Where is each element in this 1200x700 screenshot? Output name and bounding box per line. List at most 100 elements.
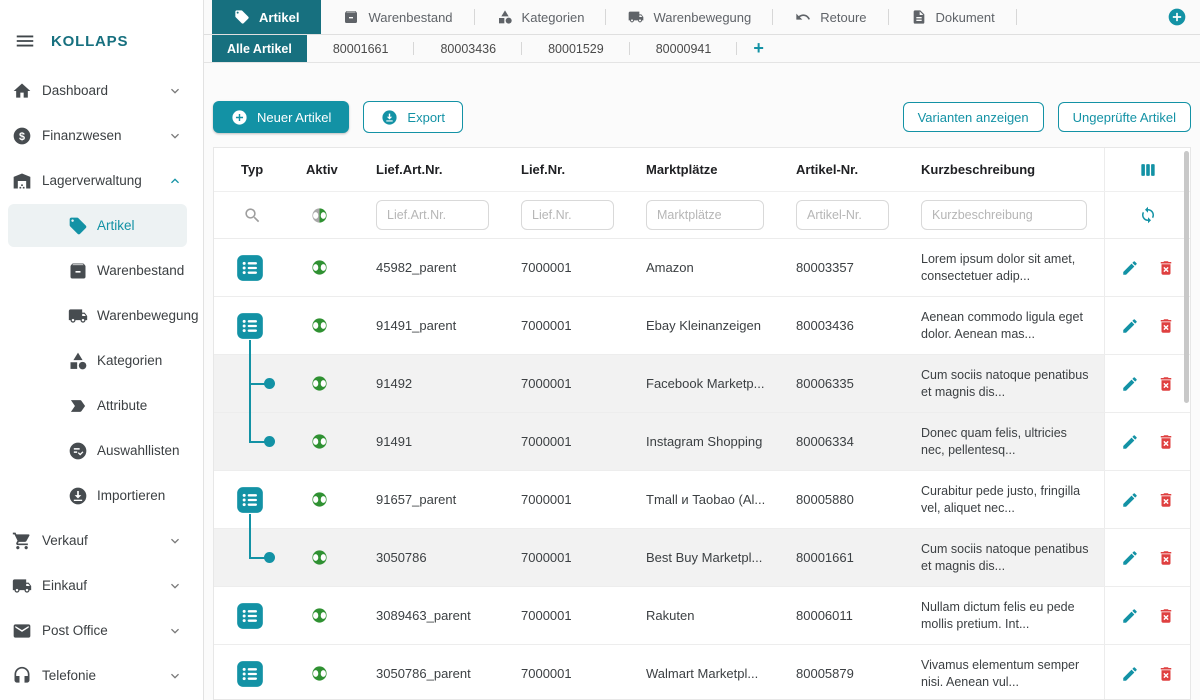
parent-article-list-icon[interactable] <box>236 486 264 514</box>
active-status-icon[interactable] <box>311 317 328 334</box>
delete-icon[interactable] <box>1157 665 1175 683</box>
edit-icon[interactable] <box>1121 549 1139 567</box>
column-header-typ[interactable]: Typ <box>214 148 291 191</box>
sidebar-item-dashboard[interactable]: Dashboard <box>0 68 203 113</box>
sidebar-item-attribute[interactable]: Attribute <box>0 383 203 428</box>
table-row[interactable]: 91491_parent7000001Ebay Kleinanzeigen800… <box>214 297 1190 355</box>
filter-input-marktplätze[interactable] <box>646 200 764 230</box>
delete-icon[interactable] <box>1157 375 1175 393</box>
sidebar-item-importieren[interactable]: Importieren <box>0 473 203 518</box>
delete-icon[interactable] <box>1157 491 1175 509</box>
parent-article-list-icon[interactable] <box>236 660 264 688</box>
active-status-icon[interactable] <box>311 375 328 392</box>
chevron-down-icon[interactable] <box>167 533 183 549</box>
sidebar-item-lagerverwaltung[interactable]: Lagerverwaltung <box>0 158 203 203</box>
edit-icon[interactable] <box>1121 433 1139 451</box>
unchecked-articles-button[interactable]: Ungeprüfte Artikel <box>1058 102 1191 132</box>
edit-icon[interactable] <box>1121 317 1139 335</box>
marktplaetze-cell: Facebook Marketp... <box>631 355 781 412</box>
filter-input-lief-art-nr[interactable] <box>376 200 489 230</box>
active-status-icon[interactable] <box>311 491 328 508</box>
subtab-80003436[interactable]: 80003436 <box>414 35 522 62</box>
active-status-icon[interactable] <box>311 549 328 566</box>
tab-warenbewegung[interactable]: Warenbewegung <box>606 0 773 34</box>
filter-input-lief-nr[interactable] <box>521 200 614 230</box>
sidebar-item-warenbestand[interactable]: Warenbestand <box>0 248 203 293</box>
column-header-marktplätze[interactable]: Marktplätze <box>631 148 781 191</box>
filter-input-artikel-nr[interactable] <box>796 200 889 230</box>
artikel-nr-cell: 80006011 <box>781 587 906 644</box>
new-article-button[interactable]: Neuer Artikel <box>213 101 349 133</box>
active-status-icon[interactable] <box>311 259 328 276</box>
parent-article-list-icon[interactable] <box>236 254 264 282</box>
sidebar-item-artikel[interactable]: Artikel <box>0 203 203 248</box>
tab-retoure[interactable]: Retoure <box>773 0 888 34</box>
subtab-80000941[interactable]: 80000941 <box>630 35 738 62</box>
add-tab-button[interactable] <box>1167 7 1187 27</box>
hamburger-menu-icon[interactable] <box>14 30 36 52</box>
show-variants-button[interactable]: Varianten anzeigen <box>903 102 1044 132</box>
sidebar-item-post-office[interactable]: Post Office <box>0 608 203 653</box>
mail-icon <box>12 621 32 641</box>
chevron-down-icon[interactable] <box>167 578 183 594</box>
delete-icon[interactable] <box>1157 607 1175 625</box>
table-row[interactable]: 914917000001Instagram Shopping80006334Do… <box>214 413 1190 471</box>
column-header-lief-art-nr[interactable]: Lief.Art.Nr. <box>361 148 506 191</box>
sidebar-item-finanzwesen[interactable]: $Finanzwesen <box>0 113 203 158</box>
export-button[interactable]: Export <box>363 101 463 133</box>
active-status-icon[interactable] <box>311 433 328 450</box>
tab-artikel[interactable]: Artikel <box>212 0 321 34</box>
table-row[interactable]: 3050786_parent7000001Walmart Marketpl...… <box>214 645 1190 700</box>
delete-icon[interactable] <box>1157 259 1175 277</box>
table-row[interactable]: 914927000001Facebook Marketp...80006335C… <box>214 355 1190 413</box>
edit-icon[interactable] <box>1121 665 1139 683</box>
delete-icon[interactable] <box>1157 433 1175 451</box>
sidebar-item-einkauf[interactable]: Einkauf <box>0 563 203 608</box>
chevron-down-icon[interactable] <box>167 623 183 639</box>
tab-kategorien[interactable]: Kategorien <box>475 0 607 34</box>
table-row[interactable]: 30507867000001Best Buy Marketpl...800016… <box>214 529 1190 587</box>
aktiv-filter-toggle[interactable] <box>291 192 361 238</box>
subtab-80001661[interactable]: 80001661 <box>307 35 415 62</box>
column-settings-button[interactable] <box>1104 148 1190 191</box>
column-header-lief-nr[interactable]: Lief.Nr. <box>506 148 631 191</box>
active-status-icon[interactable] <box>311 607 328 624</box>
column-header-aktiv[interactable]: Aktiv <box>291 148 361 191</box>
active-status-icon[interactable] <box>311 665 328 682</box>
table-row[interactable]: 45982_parent7000001Amazon80003357Lorem i… <box>214 239 1190 297</box>
sidebar-item-auswahllisten[interactable]: Auswahllisten <box>0 428 203 473</box>
edit-icon[interactable] <box>1121 607 1139 625</box>
aktiv-cell <box>291 355 361 412</box>
edit-icon[interactable] <box>1121 259 1139 277</box>
column-header-artikel-nr[interactable]: Artikel-Nr. <box>781 148 906 191</box>
delete-icon[interactable] <box>1157 317 1175 335</box>
tab-warenbestand[interactable]: Warenbestand <box>321 0 474 34</box>
refresh-button[interactable] <box>1104 192 1190 238</box>
sidebar-item-telefonie[interactable]: Telefonie <box>0 653 203 698</box>
chevron-down-icon[interactable] <box>167 83 183 99</box>
subtab-alle-artikel[interactable]: Alle Artikel <box>212 35 307 62</box>
edit-icon[interactable] <box>1121 375 1139 393</box>
chevron-down-icon[interactable] <box>167 668 183 684</box>
sidebar-item-warenbewegung[interactable]: Warenbewegung <box>0 293 203 338</box>
typ-cell <box>214 471 291 528</box>
parent-article-list-icon[interactable] <box>236 602 264 630</box>
sidebar-item-kategorien[interactable]: Kategorien <box>0 338 203 383</box>
delete-icon[interactable] <box>1157 549 1175 567</box>
typ-filter[interactable] <box>214 192 291 238</box>
aktiv-cell <box>291 413 361 470</box>
edit-icon[interactable] <box>1121 491 1139 509</box>
table-row[interactable]: 3089463_parent7000001Rakuten80006011Null… <box>214 587 1190 645</box>
table-row[interactable]: 91657_parent7000001Tmall и Taobao (Al...… <box>214 471 1190 529</box>
tab-dokument[interactable]: Dokument <box>889 0 1017 34</box>
parent-article-list-icon[interactable] <box>236 312 264 340</box>
sidebar-item-verkauf[interactable]: Verkauf <box>0 518 203 563</box>
filter-input-kurzbeschreibung[interactable] <box>921 200 1087 230</box>
add-subtab-button[interactable]: + <box>737 35 780 62</box>
chevron-up-icon[interactable] <box>167 173 183 189</box>
vertical-scrollbar[interactable] <box>1184 151 1189 403</box>
subtab-80001529[interactable]: 80001529 <box>522 35 630 62</box>
artikel-nr-cell: 80003436 <box>781 297 906 354</box>
column-header-kurzbeschreibung[interactable]: Kurzbeschreibung <box>906 148 1104 191</box>
chevron-down-icon[interactable] <box>167 128 183 144</box>
